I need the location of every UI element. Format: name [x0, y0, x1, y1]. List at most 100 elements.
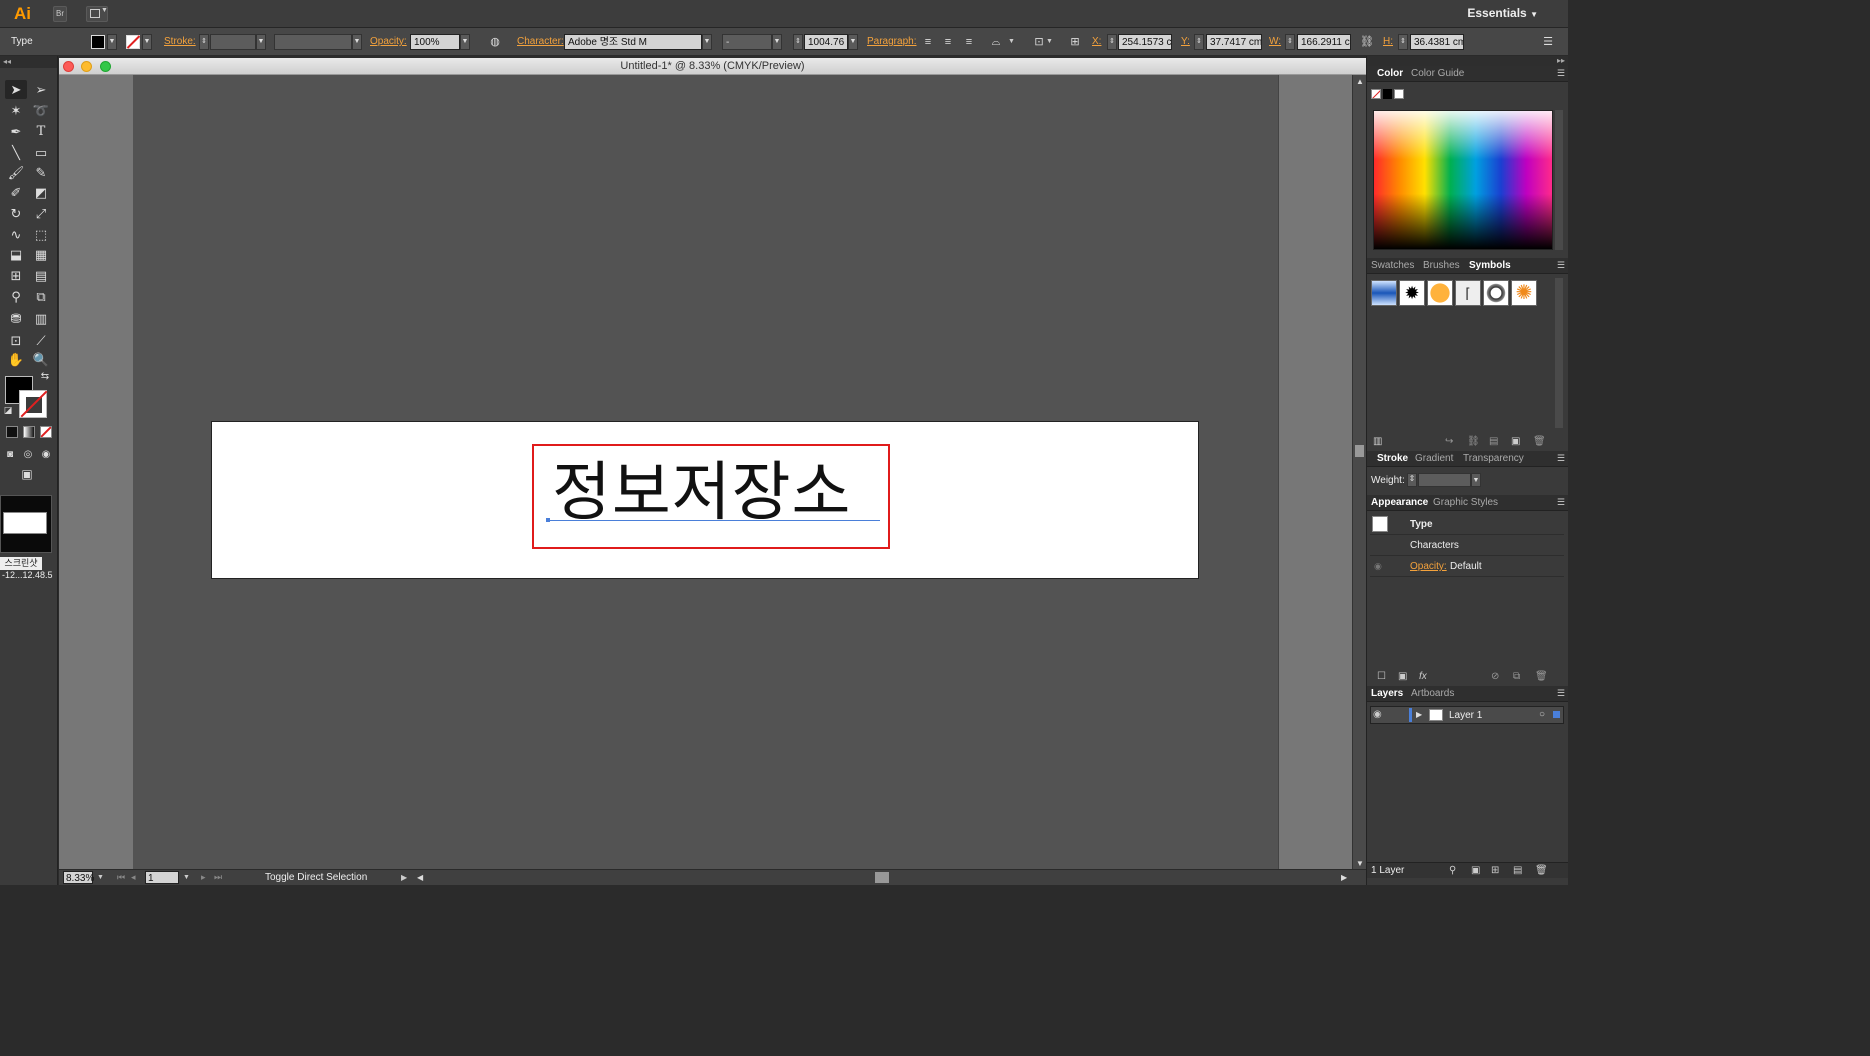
white-color-swatch[interactable]: [1394, 89, 1404, 99]
tools-panel-header[interactable]: ◂◂: [0, 56, 57, 68]
locate-object-icon[interactable]: ⚲: [1449, 865, 1456, 876]
paragraph-link[interactable]: Paragraph:: [867, 34, 916, 50]
document-titlebar[interactable]: Untitled-1* @ 8.33% (CMYK/Preview): [59, 58, 1366, 75]
canvas[interactable]: 정보저장소: [59, 75, 1352, 870]
magic-wand-tool-icon[interactable]: ✶: [5, 101, 27, 120]
make-clipping-mask-icon[interactable]: ▣: [1471, 865, 1480, 876]
tab-brushes[interactable]: Brushes: [1423, 260, 1460, 271]
mesh-tool-icon[interactable]: ⊞: [5, 266, 27, 285]
w-stepper[interactable]: ⇕: [1285, 34, 1295, 50]
delete-item-icon[interactable]: 🗑: [1535, 671, 1548, 682]
artboard-tool-icon[interactable]: ⊡: [5, 331, 27, 350]
first-artboard-icon[interactable]: ⏮: [117, 871, 125, 884]
color-panel-scrollbar[interactable]: [1555, 110, 1563, 250]
weight-field[interactable]: [1418, 473, 1471, 487]
scale-tool-icon[interactable]: ⤢: [30, 204, 52, 223]
layer-visibility-eye-icon[interactable]: ◉: [1373, 709, 1382, 720]
recolor-globe-icon[interactable]: ◍: [487, 34, 503, 50]
chevron-down-icon[interactable]: ▼: [1046, 34, 1053, 50]
appearance-row-type[interactable]: Type: [1370, 515, 1564, 535]
new-symbol-icon[interactable]: ▣: [1511, 436, 1520, 447]
draw-inside-icon[interactable]: ◉: [38, 445, 54, 464]
tab-appearance[interactable]: Appearance: [1371, 497, 1428, 508]
font-family-field[interactable]: Adobe 명조 Std M: [564, 34, 702, 50]
stroke-dropdown[interactable]: ▼: [142, 34, 152, 50]
tab-gradient[interactable]: Gradient: [1415, 453, 1453, 464]
vertical-scrollbar[interactable]: ▲ ▼: [1352, 75, 1366, 870]
draw-normal-icon[interactable]: ◙: [2, 445, 18, 464]
duplicate-item-icon[interactable]: ⧉: [1513, 671, 1520, 682]
y-label[interactable]: Y:: [1181, 34, 1190, 50]
gradient-tool-icon[interactable]: ▤: [30, 266, 52, 285]
symbol-frame[interactable]: ⌈: [1455, 280, 1481, 306]
add-new-fill-icon[interactable]: ▣: [1398, 671, 1407, 682]
arrange-documents-button[interactable]: ▼: [86, 6, 108, 22]
artboard-number-field[interactable]: 1: [145, 871, 179, 884]
warp-tool-icon[interactable]: ∿: [5, 225, 27, 244]
screenshot-thumbnail[interactable]: [0, 495, 52, 553]
align-center-icon[interactable]: ≡: [940, 34, 956, 50]
create-sublayer-icon[interactable]: ⊞: [1491, 865, 1499, 876]
symbol-splatter[interactable]: ✹: [1399, 280, 1425, 306]
chevron-down-icon[interactable]: ▼: [97, 871, 104, 884]
tab-layers[interactable]: Layers: [1371, 688, 1403, 699]
add-new-stroke-icon[interactable]: ☐: [1377, 671, 1386, 682]
next-artboard-icon[interactable]: ▸: [201, 871, 206, 884]
none-color-swatch[interactable]: [1371, 89, 1381, 99]
expand-triangle-icon[interactable]: ▶: [1416, 710, 1422, 719]
scroll-left-icon[interactable]: ◀: [417, 871, 423, 884]
fill-dropdown[interactable]: ▼: [107, 34, 117, 50]
x-stepper[interactable]: ⇕: [1107, 34, 1117, 50]
text-anchor-point[interactable]: [546, 518, 550, 522]
shape-builder-tool-icon[interactable]: ⬓: [5, 245, 27, 264]
minimize-window-button[interactable]: [81, 61, 92, 72]
weight-stepper[interactable]: ⇕: [1407, 473, 1417, 487]
pencil-tool-icon[interactable]: ✎: [30, 163, 52, 182]
stroke-color-swatch[interactable]: [126, 35, 141, 49]
create-new-layer-icon[interactable]: ▤: [1513, 865, 1522, 876]
align-right-icon[interactable]: ≡: [961, 34, 977, 50]
scroll-up-icon[interactable]: ▲: [1356, 77, 1364, 86]
stroke-swatch[interactable]: [19, 390, 47, 418]
lasso-tool-icon[interactable]: ➰: [30, 101, 52, 120]
delete-layer-icon[interactable]: 🗑: [1535, 865, 1548, 876]
variable-width-profile[interactable]: [274, 34, 352, 50]
delete-symbol-icon[interactable]: 🗑: [1533, 436, 1546, 447]
rectangle-tool-icon[interactable]: ▭: [30, 143, 52, 162]
stroke-weight-dropdown[interactable]: ▼: [256, 34, 266, 50]
tab-transparency[interactable]: Transparency: [1463, 453, 1524, 464]
align-left-icon[interactable]: ≡: [920, 34, 936, 50]
layer-selection-square[interactable]: [1553, 711, 1560, 718]
character-link[interactable]: Character:: [517, 34, 564, 50]
tab-color[interactable]: Color: [1377, 68, 1403, 79]
layer-name[interactable]: Layer 1: [1449, 710, 1482, 721]
panel-menu-icon[interactable]: ☰: [1557, 497, 1565, 508]
layer-target-icon[interactable]: ○: [1539, 709, 1545, 720]
font-style-field[interactable]: -: [722, 34, 772, 50]
w-field[interactable]: 166.2911 cı: [1297, 34, 1351, 50]
type-tool-icon[interactable]: T: [30, 122, 52, 141]
blob-brush-tool-icon[interactable]: ✐: [5, 183, 27, 202]
none-mode-button[interactable]: [40, 426, 52, 438]
add-new-effect-icon[interactable]: fx: [1419, 671, 1427, 682]
eyedropper-tool-icon[interactable]: ⚲: [5, 287, 27, 306]
transform-options-icon[interactable]: ⊡: [1031, 34, 1047, 50]
clear-appearance-icon[interactable]: ⊘: [1491, 671, 1499, 682]
symbol-blue-banner[interactable]: [1371, 280, 1397, 306]
symbol-orange-dot[interactable]: [1427, 280, 1453, 306]
opacity-link[interactable]: Opacity:: [370, 34, 407, 50]
appearance-row-opacity[interactable]: ◉ Opacity: Default: [1370, 557, 1564, 577]
font-style-dropdown[interactable]: ▼: [772, 34, 782, 50]
vertical-scroll-thumb[interactable]: [1355, 445, 1364, 457]
status-menu-arrow-icon[interactable]: ▶: [401, 871, 407, 884]
status-text[interactable]: Toggle Direct Selection: [265, 871, 367, 884]
blend-tool-icon[interactable]: ⧉: [30, 287, 52, 306]
font-size-field[interactable]: 1004.76: [804, 34, 848, 50]
black-color-swatch[interactable]: [1383, 89, 1392, 99]
stroke-weight-stepper[interactable]: ⇕: [199, 34, 209, 50]
h-label[interactable]: H:: [1383, 34, 1393, 50]
rotate-tool-icon[interactable]: ↻: [5, 204, 27, 223]
chevron-down-icon[interactable]: ▼: [183, 871, 190, 884]
close-window-button[interactable]: [63, 61, 74, 72]
font-family-dropdown[interactable]: ▼: [702, 34, 712, 50]
